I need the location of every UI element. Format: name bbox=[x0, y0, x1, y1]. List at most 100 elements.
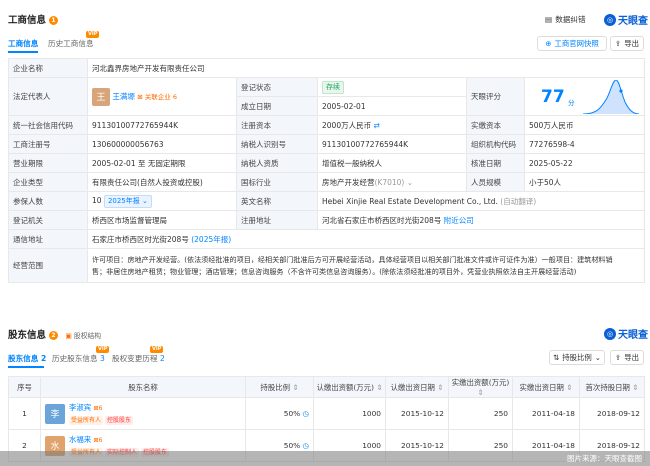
taxpayer-qual: 增值税一般纳税人 bbox=[317, 153, 467, 173]
table-row: 1 李 李淑宾 ⊠6 受益所有人 控股股东 50% ◷ 1000 2015-10-… bbox=[8, 397, 645, 430]
active-tab-underline bbox=[8, 366, 44, 368]
insured-cell: 10 2025年报 ⌄ bbox=[87, 191, 237, 211]
label-industry: 国标行业 bbox=[236, 172, 318, 192]
first-date: 2018-09-12 bbox=[579, 397, 645, 430]
score-cell[interactable]: 77 分 bbox=[523, 77, 646, 116]
industry-code: (K7010) bbox=[374, 177, 405, 187]
period: 2005-02-01 至 无固定期限 bbox=[87, 153, 237, 173]
dispute-link[interactable]: ▤ 数据纠错 bbox=[545, 14, 586, 25]
scope-line-1: 许可项目：房地产开发经营。(依法须经批准的项目，经相关部门批准后方可开展经营活动… bbox=[92, 254, 613, 264]
reg-no: 130600000056763 bbox=[87, 134, 237, 154]
section-title-text: 股东信息 bbox=[8, 330, 47, 341]
org-code: 77276598-4 bbox=[523, 134, 646, 154]
section-title-shareholders: 股东信息 2 ▣ 股权结构 bbox=[8, 327, 101, 341]
col-header-label: 首次持股日期 bbox=[585, 382, 630, 392]
label-en-name: 英文名称 bbox=[236, 191, 318, 211]
sort-icon: ⇕ bbox=[376, 382, 383, 392]
tab-label: 股东信息 bbox=[8, 354, 39, 363]
col-header-label: 认缴出资日期 bbox=[390, 382, 435, 392]
paid-date: 2011-04-18 bbox=[512, 397, 580, 430]
label-company-name: 企业名称 bbox=[8, 58, 88, 78]
related-enterprise-link[interactable]: ⊠ 关联企业 6 bbox=[137, 93, 177, 101]
mail-addr-cell: 石家庄市桥西区时光街208号 (2025年报) bbox=[86, 229, 646, 249]
col-header[interactable]: 实缴出资日期 ⇕ bbox=[512, 376, 580, 398]
tab-label: 历史股东信息 bbox=[52, 354, 98, 363]
official-snapshot-button[interactable]: ⊕ 工商官网快照 bbox=[537, 36, 607, 51]
label-insured: 参保人数 bbox=[8, 191, 88, 211]
trend-icon[interactable]: ⇄ bbox=[373, 121, 379, 130]
vip-badge: VIP bbox=[86, 31, 100, 38]
label-reg-capital: 注册资本 bbox=[236, 115, 318, 135]
related-enterprise-label: 关联企业 6 bbox=[144, 92, 177, 101]
label-taxpayer-qual: 纳税人资质 bbox=[236, 153, 318, 173]
dispute-icon: ▤ bbox=[545, 15, 553, 24]
scope-line-2: 售；非居住房地产租赁；物业管理；酒店管理；信息咨询服务（不含许可类信息咨询服务）… bbox=[92, 266, 577, 276]
sort-icon: ⇕ bbox=[292, 382, 299, 392]
export-button[interactable]: ⇪ 导出 bbox=[610, 36, 644, 51]
controlling-shareholder-tag: 控股股东 bbox=[105, 416, 134, 425]
reg-addr: 河北省石家庄市桥西区时光街208号 bbox=[322, 215, 442, 225]
logo-icon: ◎ bbox=[604, 327, 616, 340]
taxpayer-no: 91130100772765944K bbox=[317, 134, 467, 154]
vip-badge: VIP bbox=[150, 346, 164, 353]
label-approve-date: 核准日期 bbox=[466, 153, 525, 173]
label-authority: 登记机关 bbox=[8, 210, 88, 230]
shareholder-name-link[interactable]: 李淑宾 bbox=[69, 403, 91, 412]
penetrate-icon[interactable]: ◷ bbox=[303, 409, 309, 418]
annual-report-link[interactable]: (2025年报) bbox=[191, 235, 231, 244]
tab-business-info[interactable]: 工商信息 bbox=[8, 38, 38, 49]
found-date: 2005-02-01 bbox=[317, 96, 467, 116]
avatar: 王 bbox=[92, 87, 110, 106]
tab-shareholders[interactable]: 股东信息 2 bbox=[8, 353, 46, 364]
shareholder-cell: 李 李淑宾 ⊠6 受益所有人 控股股东 bbox=[40, 397, 246, 430]
col-header[interactable]: 认缴出资日期 ⇕ bbox=[385, 376, 449, 398]
row-index: 1 bbox=[8, 397, 41, 430]
col-header[interactable]: 持股比例 ⇕ bbox=[245, 376, 314, 398]
col-header-label: 认缴出资额(万元) bbox=[316, 382, 374, 392]
tab-equity-changes[interactable]: 股权变更历程 2 bbox=[112, 353, 165, 364]
equity-structure-icon: ▣ bbox=[65, 332, 72, 340]
ratio: 50% bbox=[283, 441, 301, 450]
sub-date: 2015-10-12 bbox=[385, 397, 449, 430]
penetrate-icon[interactable]: ◷ bbox=[303, 441, 309, 450]
section-title-business-info: 工商信息 1 bbox=[8, 12, 59, 26]
col-header[interactable]: 首次持股日期 ⇕ bbox=[579, 376, 645, 398]
company-name: 河北鑫界房地产开发有限责任公司 bbox=[86, 58, 646, 78]
related-count[interactable]: ⊠6 bbox=[94, 437, 103, 444]
legal-rep-name-link[interactable]: 王满塬 bbox=[112, 92, 135, 101]
tab-history-shareholders[interactable]: 历史股东信息 3 bbox=[52, 353, 105, 364]
sort-dropdown[interactable]: ⇅ 持股比例 ⌄ bbox=[549, 350, 605, 365]
equity-structure-link[interactable]: ▣ 股权结构 bbox=[65, 332, 101, 340]
company-type: 有限责任公司(自然人投资或控股) bbox=[87, 172, 237, 192]
sort-icon: ⇕ bbox=[632, 382, 639, 392]
label-type: 企业类型 bbox=[8, 172, 88, 192]
ratio-cell: 50% ◷ bbox=[245, 397, 314, 430]
col-header[interactable]: 认缴出资额(万元) ⇕ bbox=[313, 376, 386, 398]
label-taxpayer-no: 纳税人识别号 bbox=[236, 134, 318, 154]
related-count[interactable]: ⊠6 bbox=[94, 405, 103, 412]
year-selector-label: 2025年报 bbox=[107, 196, 140, 205]
tab-count: 2 bbox=[159, 354, 165, 363]
year-selector[interactable]: 2025年报 ⌄ bbox=[103, 194, 152, 208]
logo-icon: ◎ bbox=[604, 13, 616, 26]
table-header-row: 序号 股东名称 持股比例 ⇕ 认缴出资额(万元) ⇕ 认缴出资日期 ⇕ 实缴出资… bbox=[8, 376, 645, 398]
export-icon: ⇪ bbox=[615, 353, 622, 362]
label-reg-no: 工商注册号 bbox=[8, 134, 88, 154]
label-mail-addr: 通信地址 bbox=[8, 229, 88, 249]
chevron-down-icon[interactable]: ⌄ bbox=[407, 178, 413, 187]
nearby-companies-link[interactable]: 附近公司 bbox=[444, 216, 474, 225]
authority: 桥西区市场监督管理局 bbox=[87, 210, 237, 230]
industry-cell: 房地产开发经营(K7010) ⌄ bbox=[317, 172, 467, 192]
beneficiary-tag: 受益所有人 bbox=[69, 416, 104, 425]
sort-icon: ⇕ bbox=[477, 388, 484, 397]
col-header: 股东名称 bbox=[40, 376, 246, 398]
tab-history-business-info[interactable]: 历史工商信息 bbox=[48, 38, 94, 49]
globe-icon: ⊕ bbox=[545, 39, 552, 48]
col-header-label: 持股比例 bbox=[260, 382, 290, 392]
export-button[interactable]: ⇪ 导出 bbox=[610, 350, 644, 365]
label-paid-capital: 实缴资本 bbox=[466, 115, 525, 135]
shareholder-name-link[interactable]: 水福来 bbox=[69, 435, 91, 444]
score-distribution-chart bbox=[583, 80, 639, 114]
col-header[interactable]: 实缴出资额(万元) ⇕ bbox=[448, 376, 513, 398]
dispute-label: 数据纠错 bbox=[555, 15, 586, 24]
